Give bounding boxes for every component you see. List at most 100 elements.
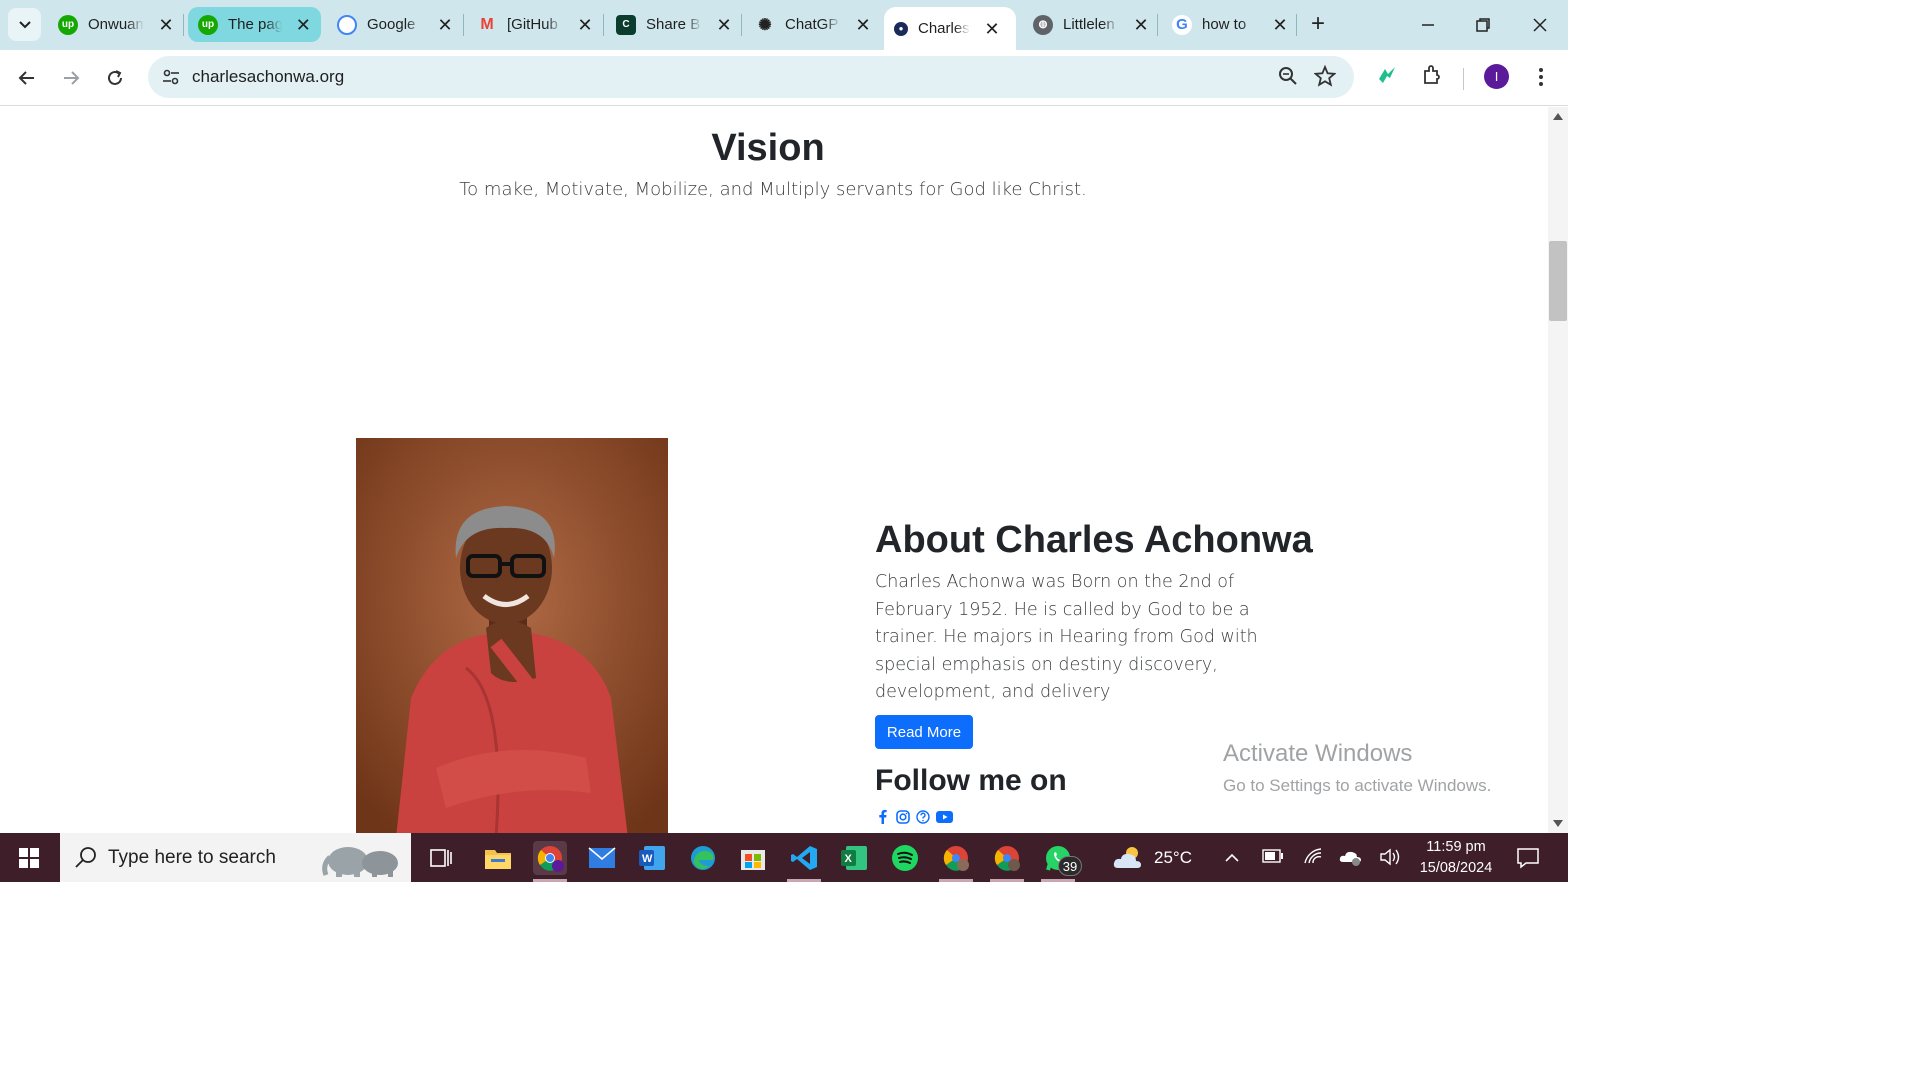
chrome-profile-icon[interactable] <box>939 841 973 875</box>
tab-separator <box>183 14 184 36</box>
minimize-icon <box>1422 24 1434 26</box>
close-icon[interactable]: ✕ <box>1272 16 1288 34</box>
site-icon: ● <box>894 21 908 36</box>
help-icon[interactable] <box>915 809 930 824</box>
onedrive-icon[interactable] <box>1339 848 1363 871</box>
portrait-photo <box>356 438 668 833</box>
minimize-button[interactable] <box>1413 10 1443 40</box>
scroll-up-arrow-icon[interactable] <box>1553 113 1563 120</box>
site-info-icon[interactable] <box>158 64 184 90</box>
profile-avatar[interactable]: I <box>1484 64 1509 89</box>
vscode-running-indicator <box>787 879 821 882</box>
tray-chevron-up-icon[interactable] <box>1224 850 1240 868</box>
vision-heading: Vision <box>711 127 825 169</box>
tab-7-active[interactable]: ● Charles ✕ <box>884 7 1016 50</box>
globe-icon: ◍ <box>1033 14 1053 35</box>
word-icon[interactable]: W <box>635 841 669 875</box>
youtube-icon[interactable] <box>935 809 953 824</box>
scroll-down-arrow-icon[interactable] <box>1553 820 1563 827</box>
tab-6[interactable]: ✺ ChatGP ✕ <box>745 7 881 42</box>
close-icon[interactable]: ✕ <box>855 16 871 34</box>
close-icon[interactable]: ✕ <box>1133 16 1149 34</box>
start-button[interactable] <box>0 833 58 882</box>
clock-time: 11:59 pm <box>1426 839 1486 855</box>
close-icon[interactable]: ✕ <box>984 20 1000 38</box>
tab-3[interactable]: Google ✕ <box>327 7 463 42</box>
zoom-icon[interactable] <box>1278 66 1298 91</box>
close-window-button[interactable] <box>1525 10 1555 40</box>
tab-title: ChatGP <box>785 16 839 33</box>
tab-1[interactable]: up Onwuam ✕ <box>48 7 184 42</box>
tab-title: Onwuam <box>88 16 144 33</box>
close-icon[interactable]: ✕ <box>296 16 311 34</box>
chatgpt-icon: ✺ <box>758 16 772 34</box>
read-more-button[interactable]: Read More <box>875 715 973 749</box>
activate-windows-title: Activate Windows <box>1223 740 1413 767</box>
google-password-icon <box>337 14 357 35</box>
task-view-icon[interactable] <box>424 841 458 875</box>
tab-title: Charles <box>918 20 970 37</box>
reload-button[interactable] <box>99 62 131 94</box>
close-icon[interactable]: ✕ <box>577 16 593 34</box>
new-tab-button[interactable]: + <box>1306 12 1330 36</box>
page-scrollbar[interactable] <box>1548 107 1568 833</box>
social-links <box>875 809 953 824</box>
chrome-running-indicator <box>533 879 567 882</box>
whatsapp-running-indicator <box>1041 879 1075 882</box>
elephants-search-highlight-icon <box>322 847 398 877</box>
chrome-icon[interactable] <box>533 841 567 875</box>
windows-logo-icon <box>19 847 39 868</box>
search-icon <box>74 845 98 874</box>
about-heading: About Charles Achonwa <box>875 519 1313 561</box>
tab-search-button[interactable] <box>8 8 41 41</box>
wifi-icon[interactable] <box>1302 847 1324 870</box>
scroll-thumb[interactable] <box>1549 241 1567 321</box>
tab-9[interactable]: G how to ✕ <box>1162 7 1298 42</box>
spotify-icon[interactable] <box>888 841 922 875</box>
weather-cloud-icon[interactable] <box>1112 844 1144 875</box>
forward-button[interactable] <box>55 62 87 94</box>
restore-button[interactable] <box>1468 10 1498 40</box>
tab-8[interactable]: ◍ Littlelen ✕ <box>1023 7 1159 42</box>
tab-title: The pag <box>228 16 282 33</box>
tab-title: how to <box>1202 16 1247 33</box>
instagram-icon[interactable] <box>895 809 910 824</box>
tab-4[interactable]: M [GitHub ✕ <box>467 7 603 42</box>
tab-2[interactable]: up The pag ✕ <box>188 7 321 42</box>
extension-bird-icon[interactable] <box>1374 62 1400 88</box>
battery-icon[interactable] <box>1262 849 1284 868</box>
tab-strip: up Onwuam ✕ up The pag ✕ Google ✕ M [Git… <box>0 0 1568 50</box>
svg-text:X: X <box>845 853 853 865</box>
close-icon <box>1533 18 1547 32</box>
file-explorer-icon[interactable] <box>481 841 515 875</box>
volume-icon[interactable] <box>1379 847 1401 872</box>
back-button[interactable] <box>11 62 43 94</box>
close-icon[interactable]: ✕ <box>716 16 732 34</box>
mail-icon[interactable] <box>585 841 619 875</box>
taskbar-clock[interactable]: 11:59 pm 15/08/2024 <box>1414 837 1498 879</box>
chrome-profile2-icon[interactable] <box>990 841 1024 875</box>
bookmark-star-icon[interactable] <box>1313 64 1337 92</box>
address-bar[interactable]: charlesachonwa.org <box>148 56 1354 98</box>
notification-center-icon[interactable] <box>1516 846 1540 875</box>
tab-5[interactable]: C Share B ✕ <box>606 7 742 42</box>
close-icon[interactable]: ✕ <box>437 16 453 34</box>
weather-temperature[interactable]: 25°C <box>1154 848 1192 868</box>
excel-icon[interactable]: X <box>837 841 871 875</box>
menu-kebab-icon[interactable] <box>1528 64 1554 90</box>
vscode-icon[interactable] <box>787 841 821 875</box>
tab-separator <box>1157 14 1158 36</box>
close-icon[interactable]: ✕ <box>158 16 174 34</box>
windows-taskbar: Type here to search W X 25°C 11:59 pm 15… <box>0 833 1568 882</box>
about-text: Charles Achonwa was Born on the 2nd of F… <box>875 572 1258 702</box>
extensions-puzzle-icon[interactable] <box>1419 62 1445 88</box>
store-icon[interactable] <box>736 841 770 875</box>
chrome-profile2-running-indicator <box>990 879 1024 882</box>
taskbar-search[interactable]: Type here to search <box>60 833 411 882</box>
arrow-right-icon <box>64 71 80 85</box>
toolbar-divider <box>1463 68 1464 90</box>
reload-icon <box>108 70 122 85</box>
svg-text:W: W <box>642 853 653 865</box>
edge-icon[interactable] <box>686 841 720 875</box>
facebook-icon[interactable] <box>875 809 890 824</box>
